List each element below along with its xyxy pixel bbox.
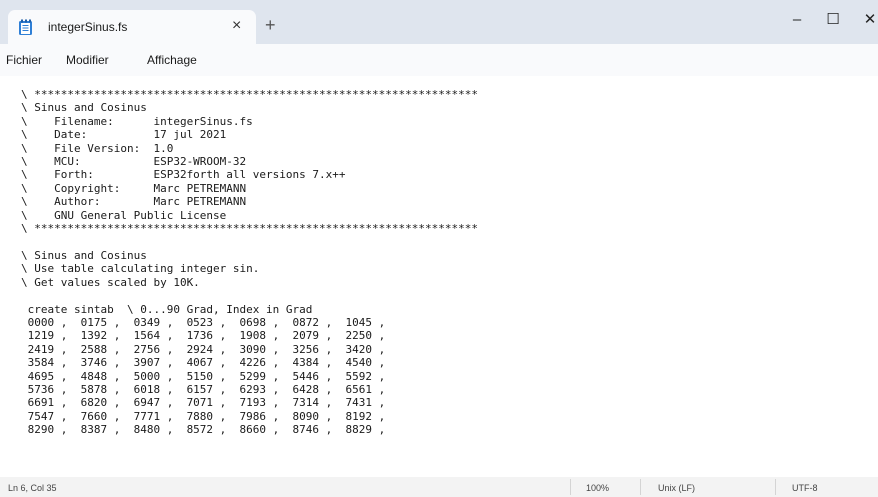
close-tab-icon[interactable]: × (232, 18, 241, 34)
menu-modifier[interactable]: Modifier (66, 53, 109, 67)
menu-bar: Fichier Modifier Affichage (0, 44, 878, 109)
tab-title: integerSinus.fs (48, 20, 128, 34)
encoding[interactable]: UTF-8 (792, 483, 818, 493)
status-divider (775, 479, 776, 495)
menu-fichier[interactable]: Fichier (6, 53, 42, 67)
line-ending[interactable]: Unix (LF) (658, 483, 695, 493)
tab-integersinus[interactable]: integerSinus.fs × (8, 10, 256, 44)
menu-affichage[interactable]: Affichage (147, 53, 197, 67)
new-tab-button[interactable]: + (265, 16, 276, 34)
status-divider (570, 479, 571, 495)
status-divider (640, 479, 641, 495)
notepad-icon (19, 19, 32, 35)
zoom-level[interactable]: 100% (586, 483, 609, 493)
editor-content[interactable]: \ **************************************… (21, 88, 478, 437)
cursor-position: Ln 6, Col 35 (8, 483, 57, 493)
title-bar: integerSinus.fs × + – ☐ ✕ (0, 0, 878, 44)
text-editor[interactable]: \ **************************************… (0, 76, 878, 477)
maximize-button[interactable]: ☐ (818, 10, 848, 30)
minimize-button[interactable]: – (782, 10, 812, 30)
close-window-button[interactable]: ✕ (855, 10, 878, 30)
status-bar: Ln 6, Col 35 100% Unix (LF) UTF-8 (0, 477, 878, 497)
